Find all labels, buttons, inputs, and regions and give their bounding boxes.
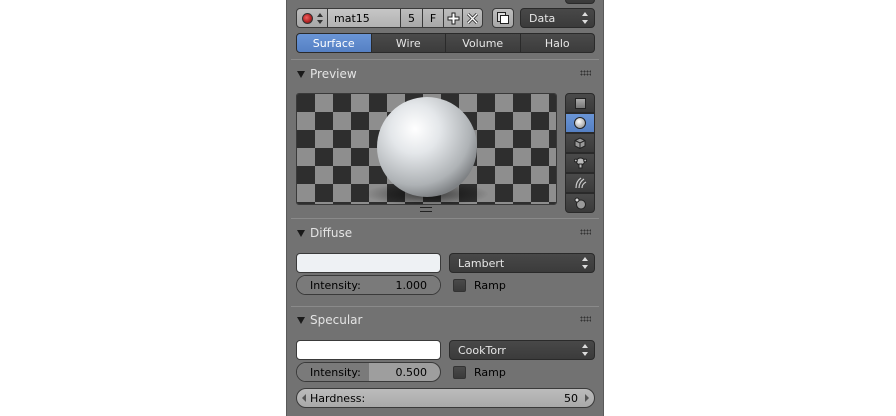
panel-title: Diffuse <box>310 226 353 240</box>
plus-icon <box>447 12 459 24</box>
panel-title: Preview <box>310 67 357 81</box>
preview-render <box>297 94 556 204</box>
preview-cube-button[interactable] <box>565 133 595 153</box>
material-properties-panel: mat15 5 F Data Surface Wire Volume Halo <box>286 0 604 416</box>
slider-value: 1.000 <box>395 279 428 292</box>
preview-sphere-button[interactable] <box>565 113 595 133</box>
specular-ramp-checkbox[interactable] <box>453 366 466 379</box>
preview-sphere-sky-button[interactable] <box>565 193 595 213</box>
link-data-dropdown[interactable]: Data <box>520 8 595 28</box>
specular-shader-dropdown[interactable]: CookTorr <box>449 340 595 360</box>
collapse-triangle-icon <box>297 316 305 324</box>
collapse-triangle-icon <box>297 229 305 237</box>
increment-arrow-icon[interactable] <box>585 394 589 402</box>
specular-color-field[interactable] <box>296 340 441 360</box>
chevron-updown-icon <box>316 12 323 24</box>
tab-label: Volume <box>462 36 504 50</box>
drag-handle-icon[interactable] <box>580 229 591 235</box>
panel-title: Specular <box>310 313 363 327</box>
diffuse-intensity-slider[interactable]: Intensity: 1.000 <box>296 275 441 295</box>
preview-plane-button[interactable] <box>565 93 595 113</box>
collapse-triangle-icon <box>297 70 305 78</box>
browse-data-button[interactable] <box>492 8 514 28</box>
diffuse-ramp-checkbox[interactable] <box>453 279 466 292</box>
preview-panel-header[interactable]: Preview <box>293 63 599 85</box>
material-name-field[interactable]: mat15 <box>327 8 401 28</box>
fake-user-button[interactable]: F <box>422 8 444 28</box>
cube-icon <box>574 137 586 149</box>
diffuse-shader-text: Lambert <box>458 256 505 270</box>
tab-surface[interactable]: Surface <box>296 33 372 53</box>
material-preview <box>296 93 557 205</box>
sphere-sky-icon <box>574 197 586 209</box>
specular-shader-text: CookTorr <box>458 343 506 357</box>
diffuse-color-field[interactable] <box>296 253 441 273</box>
specular-ramp-label: Ramp <box>474 366 506 379</box>
slider-value: 0.500 <box>395 366 428 379</box>
preview-monkey-button[interactable] <box>565 153 595 173</box>
hardness-value: 50 <box>564 392 578 405</box>
material-users-count[interactable]: 5 <box>400 8 423 28</box>
drag-handle-icon[interactable] <box>580 70 591 76</box>
tab-label: Halo <box>544 36 570 50</box>
material-sphere-icon <box>301 12 313 24</box>
unlink-material-button[interactable] <box>462 8 483 28</box>
decrement-arrow-icon[interactable] <box>302 394 306 402</box>
plane-icon <box>574 97 586 109</box>
drag-handle-icon[interactable] <box>580 316 591 322</box>
tab-label: Wire <box>395 36 421 50</box>
diffuse-panel-header[interactable]: Diffuse <box>293 222 599 244</box>
specular-intensity-slider[interactable]: Intensity: 0.500 <box>296 362 441 382</box>
chevron-updown-icon <box>582 12 589 24</box>
link-data-text: Data <box>529 11 556 25</box>
specular-panel-header[interactable]: Specular <box>293 309 599 331</box>
tab-halo[interactable]: Halo <box>520 33 595 53</box>
users-count-text: 5 <box>408 11 415 25</box>
monkey-icon <box>573 157 587 169</box>
divider <box>291 59 599 60</box>
diffuse-ramp-label: Ramp <box>474 279 506 292</box>
preview-hair-button[interactable] <box>565 173 595 193</box>
close-icon <box>466 12 479 24</box>
tab-label: Surface <box>312 36 355 50</box>
tab-wire[interactable]: Wire <box>371 33 446 53</box>
new-material-button[interactable] <box>443 8 463 28</box>
hardness-field[interactable]: Hardness: 50 <box>296 388 595 408</box>
diffuse-shader-dropdown[interactable]: Lambert <box>449 253 595 273</box>
chevron-updown-icon <box>582 344 589 356</box>
copy-data-icon <box>497 12 509 24</box>
material-name-text: mat15 <box>334 11 370 25</box>
material-browse-button[interactable] <box>296 8 328 28</box>
tab-volume[interactable]: Volume <box>446 33 521 53</box>
chevron-updown-icon <box>582 257 589 269</box>
hair-icon <box>574 177 586 189</box>
slider-label: Intensity: <box>310 366 361 379</box>
sphere-icon <box>574 117 586 129</box>
divider <box>291 306 599 307</box>
preview-resize-handle[interactable] <box>420 207 432 212</box>
material-type-tabs: Surface Wire Volume Halo <box>296 33 595 53</box>
fake-user-text: F <box>429 11 437 25</box>
hardness-label: Hardness: <box>310 392 366 405</box>
divider <box>291 218 599 219</box>
panel-top-button[interactable] <box>565 0 595 4</box>
slider-label: Intensity: <box>310 279 361 292</box>
